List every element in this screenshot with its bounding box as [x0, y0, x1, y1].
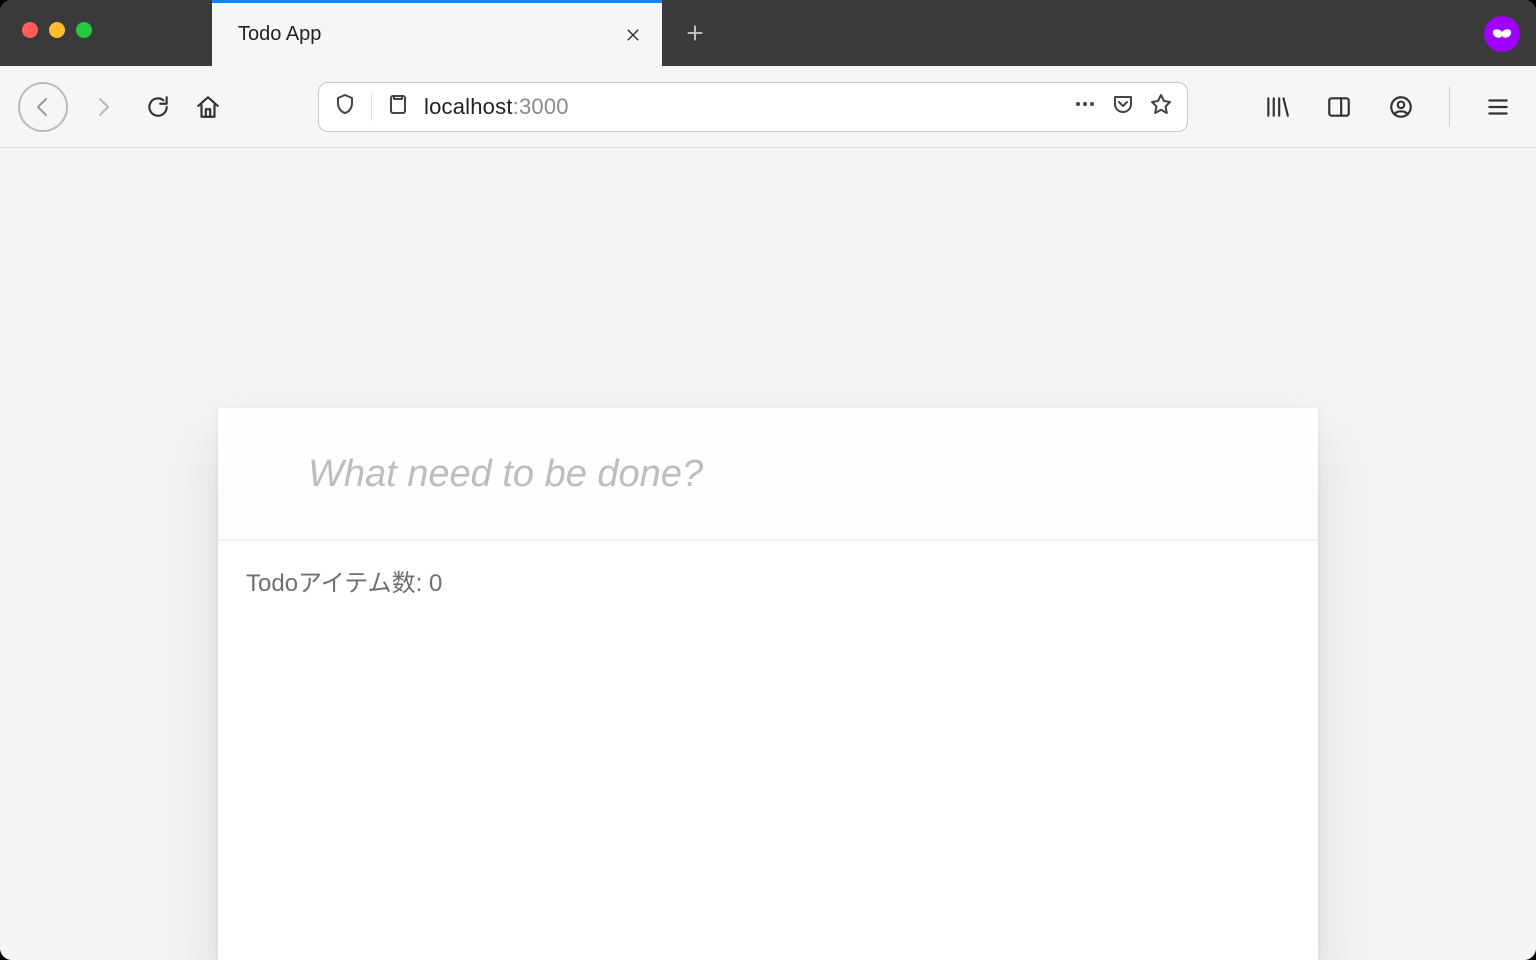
window-minimize-button[interactable] — [49, 22, 65, 38]
pocket-icon[interactable] — [1111, 92, 1135, 121]
sidebar-icon[interactable] — [1319, 87, 1359, 127]
todo-count-label: Todoアイテム数: 0 — [218, 540, 1318, 620]
app-menu-button[interactable] — [1478, 87, 1518, 127]
account-icon[interactable] — [1381, 87, 1421, 127]
site-info-icon[interactable] — [386, 92, 410, 121]
todo-app: Todoアイテム数: 0 — [218, 408, 1318, 960]
page-actions-icon[interactable] — [1073, 92, 1097, 121]
tracking-protection-icon[interactable] — [333, 92, 357, 121]
page-viewport: Todoアイテム数: 0 — [0, 148, 1536, 960]
navigation-toolbar: localhost:3000 — [0, 66, 1536, 148]
window-zoom-button[interactable] — [76, 22, 92, 38]
url-host: localhost — [424, 94, 513, 119]
url-separator — [371, 93, 372, 121]
library-icon[interactable] — [1257, 87, 1297, 127]
address-bar[interactable]: localhost:3000 — [318, 82, 1188, 132]
private-browsing-icon — [1484, 16, 1520, 52]
back-button[interactable] — [18, 82, 68, 132]
toolbar-divider — [1449, 87, 1450, 127]
new-tab-button[interactable] — [662, 0, 728, 66]
titlebar: Todo App — [0, 0, 1536, 66]
tab-title: Todo App — [238, 23, 624, 46]
window-controls — [22, 22, 92, 38]
browser-tab[interactable]: Todo App — [212, 0, 662, 66]
toolbar-right — [1257, 87, 1518, 127]
home-button[interactable] — [188, 87, 228, 127]
reload-button[interactable] — [138, 87, 178, 127]
url-port: :3000 — [513, 94, 569, 119]
forward-button[interactable] — [78, 82, 128, 132]
url-text: localhost:3000 — [424, 94, 1059, 120]
window-close-button[interactable] — [22, 22, 38, 38]
new-todo-input[interactable] — [218, 408, 1318, 540]
bookmark-star-icon[interactable] — [1149, 92, 1173, 121]
browser-window: Todo App — [0, 0, 1536, 960]
close-tab-button[interactable] — [624, 26, 642, 44]
